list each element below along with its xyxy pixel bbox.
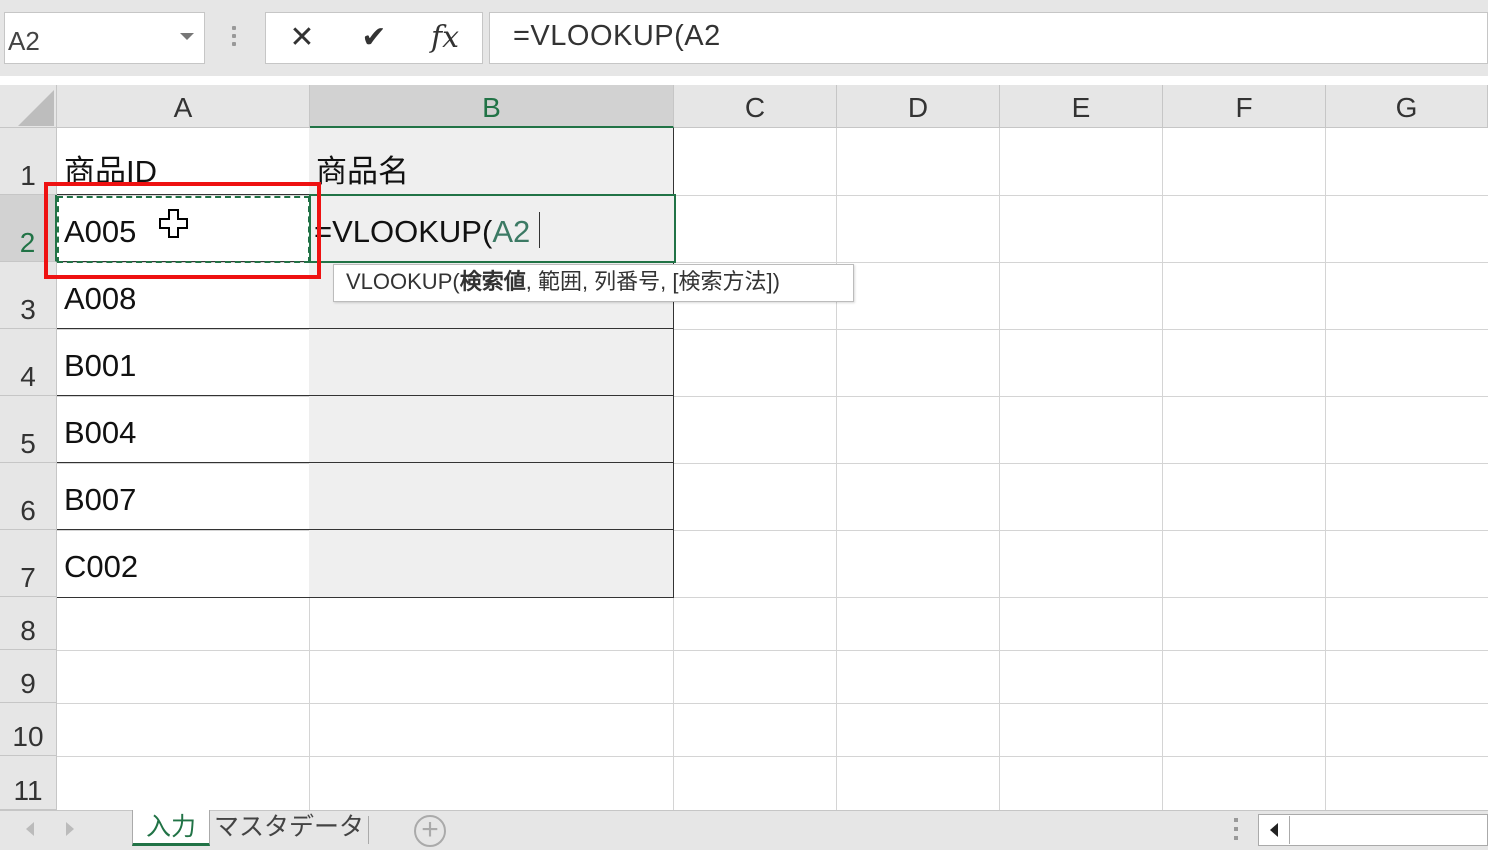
text-caret bbox=[539, 212, 540, 248]
cell-b2-editing-text: =VLOOKUP(A2 bbox=[314, 214, 531, 249]
cell-a7-text: C002 bbox=[64, 549, 139, 584]
cell-select-cross-cursor-icon bbox=[159, 209, 188, 238]
select-all-triangle-icon bbox=[18, 90, 54, 126]
cell-b5[interactable] bbox=[309, 396, 674, 463]
close-icon[interactable]: ✕ bbox=[282, 18, 322, 58]
column-header-b[interactable]: B bbox=[310, 85, 674, 128]
horizontal-scrollbar[interactable] bbox=[1258, 814, 1488, 846]
grid-line bbox=[836, 128, 837, 810]
tooltip-current-arg: 検索値 bbox=[459, 269, 526, 294]
name-box-value: A2 bbox=[8, 26, 40, 56]
column-header-a[interactable]: A bbox=[57, 85, 310, 128]
tab-nyuryoku[interactable]: 入力 bbox=[132, 810, 210, 846]
cell-a3-text: A008 bbox=[64, 281, 137, 316]
grid-line bbox=[1325, 128, 1326, 810]
cell-b4[interactable] bbox=[309, 329, 674, 396]
cell-reference-a2: A2 bbox=[492, 214, 531, 249]
cell-a4-text: B001 bbox=[64, 348, 137, 383]
chevron-left-icon[interactable] bbox=[26, 822, 34, 836]
column-header-d[interactable]: D bbox=[837, 85, 1000, 128]
scroll-left-icon[interactable] bbox=[1260, 816, 1290, 844]
function-argument-tooltip: VLOOKUP(検索値, 範囲, 列番号, [検索方法]) bbox=[333, 264, 854, 302]
row-header-7[interactable]: 7 bbox=[0, 530, 57, 597]
grid-line bbox=[57, 756, 1488, 757]
row-header-9[interactable]: 9 bbox=[0, 650, 57, 703]
cell-a5-text: B004 bbox=[64, 415, 137, 450]
check-icon[interactable]: ✔ bbox=[354, 18, 394, 58]
drag-handle-icon[interactable] bbox=[232, 26, 238, 50]
row-header-5[interactable]: 5 bbox=[0, 396, 57, 463]
chevron-right-icon[interactable] bbox=[66, 822, 74, 836]
tab-divider bbox=[368, 816, 369, 844]
grid-line bbox=[999, 128, 1000, 810]
chevron-down-icon[interactable] bbox=[180, 33, 194, 40]
fx-icon[interactable]: fx bbox=[425, 18, 465, 58]
formula-text: =VLOOKUP(A2 bbox=[513, 20, 721, 52]
column-header-f[interactable]: F bbox=[1163, 85, 1326, 128]
split-handle-icon[interactable] bbox=[1234, 818, 1240, 846]
cell-b1-text: 商品名 bbox=[316, 154, 409, 189]
row-header-8[interactable]: 8 bbox=[0, 597, 57, 650]
column-header-e[interactable]: E bbox=[1000, 85, 1163, 128]
cell-b7[interactable] bbox=[309, 530, 674, 598]
grid-line bbox=[57, 650, 1488, 651]
grid-line bbox=[57, 703, 1488, 704]
row-header-11[interactable]: 11 bbox=[0, 756, 57, 810]
row-header-10[interactable]: 10 bbox=[0, 703, 57, 756]
grid-line bbox=[1162, 128, 1163, 810]
column-header-g[interactable]: G bbox=[1326, 85, 1488, 128]
row-header-4[interactable]: 4 bbox=[0, 329, 57, 396]
column-header-c[interactable]: C bbox=[674, 85, 837, 128]
cell-b6[interactable] bbox=[309, 463, 674, 530]
row-header-6[interactable]: 6 bbox=[0, 463, 57, 530]
cell-a6-text: B007 bbox=[64, 482, 137, 517]
plus-circle-icon[interactable]: + bbox=[414, 815, 446, 847]
tab-master-data[interactable]: マスタデータ bbox=[214, 810, 364, 846]
